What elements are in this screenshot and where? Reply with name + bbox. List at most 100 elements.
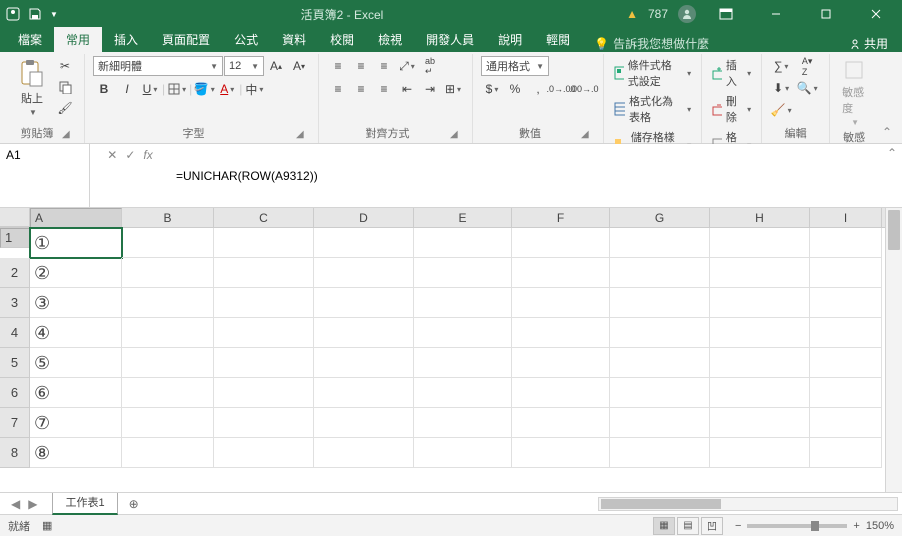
close-button[interactable] bbox=[856, 0, 896, 28]
paste-button[interactable]: 貼上 ▼ bbox=[14, 56, 50, 119]
cell-I3[interactable] bbox=[810, 288, 882, 318]
cell-H8[interactable] bbox=[710, 438, 810, 468]
column-header-D[interactable]: D bbox=[314, 208, 414, 227]
cell-G8[interactable] bbox=[610, 438, 710, 468]
formula-input[interactable] bbox=[170, 144, 882, 207]
cell-H7[interactable] bbox=[710, 408, 810, 438]
cell-D3[interactable] bbox=[314, 288, 414, 318]
row-header-3[interactable]: 3 bbox=[0, 288, 30, 318]
sheet-nav-next[interactable]: ▶ bbox=[25, 497, 40, 511]
wrap-text-button[interactable]: ab↵ bbox=[419, 56, 441, 76]
row-header-2[interactable]: 2 bbox=[0, 258, 30, 288]
delete-cells-button[interactable]: 刪除▾ bbox=[710, 92, 753, 126]
share-button[interactable]: 共用 bbox=[849, 35, 896, 52]
cell-G3[interactable] bbox=[610, 288, 710, 318]
normal-view-button[interactable]: ▦ bbox=[653, 517, 675, 535]
expand-formula-bar-button[interactable]: ⌃ bbox=[882, 144, 902, 207]
cell-E5[interactable] bbox=[414, 348, 512, 378]
cell-F8[interactable] bbox=[512, 438, 610, 468]
bold-button[interactable]: B bbox=[93, 79, 115, 99]
cell-I4[interactable] bbox=[810, 318, 882, 348]
align-bottom-button[interactable]: ≡ bbox=[373, 56, 395, 76]
format-painter-button[interactable]: 🖌 bbox=[54, 98, 76, 118]
tab-file[interactable]: 檔案 bbox=[6, 27, 54, 52]
cell-I1[interactable] bbox=[810, 228, 882, 258]
ribbon-display-icon[interactable] bbox=[706, 0, 746, 28]
account-icon[interactable] bbox=[678, 5, 696, 23]
cell-H5[interactable] bbox=[710, 348, 810, 378]
italic-button[interactable]: I bbox=[116, 79, 138, 99]
format-as-table-button[interactable]: 格式化為表格▾ bbox=[612, 92, 693, 126]
sheet-tab-1[interactable]: 工作表1 bbox=[52, 493, 117, 515]
currency-button[interactable]: $▾ bbox=[481, 79, 503, 99]
cell-C8[interactable] bbox=[214, 438, 314, 468]
cell-B8[interactable] bbox=[122, 438, 214, 468]
zoom-level[interactable]: 150% bbox=[866, 520, 894, 532]
fx-icon[interactable]: fx bbox=[143, 148, 152, 162]
cancel-formula-icon[interactable]: ✕ bbox=[107, 148, 117, 162]
increase-font-button[interactable]: A▴ bbox=[265, 56, 287, 76]
font-dialog-launcher[interactable]: ◢ bbox=[296, 129, 310, 143]
tab-view[interactable]: 檢視 bbox=[366, 27, 414, 52]
vertical-scrollbar[interactable] bbox=[885, 208, 902, 492]
phonetic-button[interactable]: 中▾ bbox=[243, 79, 265, 99]
cell-G7[interactable] bbox=[610, 408, 710, 438]
font-name-select[interactable]: 新細明體▼ bbox=[93, 56, 223, 76]
align-center-button[interactable]: ≡ bbox=[350, 79, 372, 99]
cell-C4[interactable] bbox=[214, 318, 314, 348]
cell-H2[interactable] bbox=[710, 258, 810, 288]
sheet-nav-prev[interactable]: ◀ bbox=[8, 497, 23, 511]
font-size-select[interactable]: 12▼ bbox=[224, 56, 264, 76]
column-header-G[interactable]: G bbox=[610, 208, 710, 227]
vertical-scroll-thumb[interactable] bbox=[888, 210, 900, 250]
fill-color-button[interactable]: 🪣▾ bbox=[193, 79, 215, 99]
cell-D8[interactable] bbox=[314, 438, 414, 468]
row-header-1[interactable]: 1 bbox=[0, 228, 30, 248]
alignment-dialog-launcher[interactable]: ◢ bbox=[450, 129, 464, 143]
cell-F2[interactable] bbox=[512, 258, 610, 288]
column-header-B[interactable]: B bbox=[122, 208, 214, 227]
cell-F5[interactable] bbox=[512, 348, 610, 378]
align-middle-button[interactable]: ≡ bbox=[350, 56, 372, 76]
clear-button[interactable]: 🧹▾ bbox=[770, 100, 792, 120]
save-icon[interactable] bbox=[28, 7, 42, 21]
add-sheet-button[interactable]: ⊕ bbox=[124, 497, 144, 511]
page-break-view-button[interactable]: 凹 bbox=[701, 517, 723, 535]
row-header-7[interactable]: 7 bbox=[0, 408, 30, 438]
cell-E1[interactable] bbox=[414, 228, 512, 258]
cell-A5[interactable]: ⑤ bbox=[30, 348, 122, 378]
minimize-button[interactable] bbox=[756, 0, 796, 28]
cell-A8[interactable]: ⑧ bbox=[30, 438, 122, 468]
align-top-button[interactable]: ≡ bbox=[327, 56, 349, 76]
row-header-5[interactable]: 5 bbox=[0, 348, 30, 378]
collapse-ribbon-button[interactable]: ⌃ bbox=[878, 54, 896, 143]
tab-page-layout[interactable]: 頁面配置 bbox=[150, 27, 222, 52]
cell-F4[interactable] bbox=[512, 318, 610, 348]
cell-E7[interactable] bbox=[414, 408, 512, 438]
tab-formulas[interactable]: 公式 bbox=[222, 27, 270, 52]
row-header-4[interactable]: 4 bbox=[0, 318, 30, 348]
number-format-select[interactable]: 通用格式▼ bbox=[481, 56, 549, 76]
decrease-decimal-button[interactable]: .00→.0 bbox=[573, 79, 595, 99]
cell-G6[interactable] bbox=[610, 378, 710, 408]
clipboard-dialog-launcher[interactable]: ◢ bbox=[62, 129, 76, 143]
cell-D4[interactable] bbox=[314, 318, 414, 348]
percent-button[interactable]: % bbox=[504, 79, 526, 99]
column-header-E[interactable]: E bbox=[414, 208, 512, 227]
merge-button[interactable]: ⊞▾ bbox=[442, 79, 464, 99]
cell-D5[interactable] bbox=[314, 348, 414, 378]
page-layout-view-button[interactable]: ▤ bbox=[677, 517, 699, 535]
cell-D1[interactable] bbox=[314, 228, 414, 258]
cell-C5[interactable] bbox=[214, 348, 314, 378]
copy-button[interactable] bbox=[54, 77, 76, 97]
cell-H4[interactable] bbox=[710, 318, 810, 348]
cell-E4[interactable] bbox=[414, 318, 512, 348]
cell-C3[interactable] bbox=[214, 288, 314, 318]
sort-filter-button[interactable]: A▾Z bbox=[793, 56, 821, 76]
cell-H1[interactable] bbox=[710, 228, 810, 258]
horizontal-scroll-thumb[interactable] bbox=[601, 499, 721, 509]
cell-A7[interactable]: ⑦ bbox=[30, 408, 122, 438]
cell-A3[interactable]: ③ bbox=[30, 288, 122, 318]
conditional-formatting-button[interactable]: 條件式格式設定▾ bbox=[612, 56, 693, 90]
cell-E2[interactable] bbox=[414, 258, 512, 288]
